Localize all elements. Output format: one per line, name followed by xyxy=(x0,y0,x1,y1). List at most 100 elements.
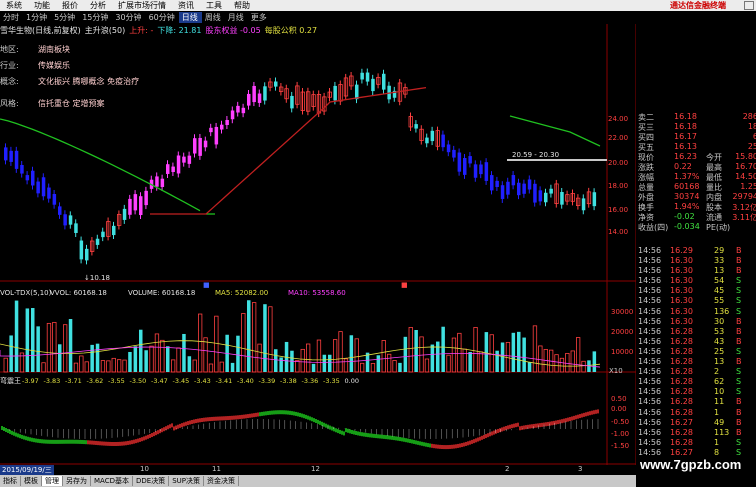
menu-item[interactable]: 资讯 xyxy=(172,0,200,11)
trade-price: 16.30 xyxy=(670,296,693,306)
trade-row: 14:56 16.28 11 B xyxy=(636,397,756,407)
volume-bar xyxy=(381,340,386,373)
indicator-tab[interactable]: SUP决策 xyxy=(169,476,204,486)
trade-row: 14:56 16.30 136 S xyxy=(636,307,756,317)
trade-row: 14:56 16.30 30 B xyxy=(636,317,756,327)
period-tab[interactable]: 1分钟 xyxy=(23,12,51,23)
trade-time: 14:56 xyxy=(638,427,662,437)
volume-bar xyxy=(95,343,100,372)
quote-value: 14.50 xyxy=(735,172,756,181)
trade-row: 14:56 16.29 29 B xyxy=(636,246,756,256)
candle-body xyxy=(592,192,597,207)
trade-row: 14:56 16.28 113 B xyxy=(636,428,756,438)
trade-volume: 49 xyxy=(714,417,725,427)
candle-body xyxy=(414,124,418,129)
volume-bar xyxy=(343,358,349,373)
period-tab[interactable]: 日线 xyxy=(178,11,202,23)
trade-time: 14:56 xyxy=(638,367,662,377)
volume-title: MA5: 52082.00 xyxy=(215,289,268,297)
osc-title-value: -3.97 xyxy=(22,377,39,385)
menu-item[interactable]: 工具 xyxy=(200,0,228,11)
trade-row: 14:56 16.30 54 S xyxy=(636,276,756,286)
quote-value: 18 xyxy=(747,122,756,131)
indicator-tab[interactable]: 资金决策 xyxy=(204,476,239,486)
candle-body xyxy=(549,188,553,194)
volume-bar xyxy=(187,356,192,372)
candle-body xyxy=(128,198,132,215)
trade-volume: 1 xyxy=(714,407,720,417)
candle-body xyxy=(511,175,516,186)
candle-body xyxy=(274,81,278,87)
menu-item[interactable]: 分析 xyxy=(84,0,112,11)
osc-title-value: -3.83 xyxy=(44,377,61,385)
menu-item[interactable]: 扩展市场行情 xyxy=(112,0,172,11)
quote-row: 卖二 16.18 286 xyxy=(636,112,756,122)
volume-bar xyxy=(559,357,565,373)
period-tab[interactable]: 30分钟 xyxy=(112,12,145,23)
candle-body xyxy=(144,190,148,206)
info-label: 行业: xyxy=(0,61,19,70)
volume-bar xyxy=(305,343,311,373)
trade-price: 16.30 xyxy=(670,316,693,326)
indicator-tab[interactable]: DDE决策 xyxy=(133,476,170,486)
period-tab[interactable]: 更多 xyxy=(248,12,271,23)
chart-area[interactable]: 24.00 22.00 20.00 18.00 16.00 14.00 30000 20000… xyxy=(0,24,636,465)
candle-body xyxy=(365,72,370,82)
volume-bar xyxy=(522,337,526,372)
candle-body xyxy=(290,95,294,109)
close-icon[interactable] xyxy=(744,1,754,10)
trade-direction: S xyxy=(736,346,742,356)
trade-direction: B xyxy=(736,266,742,276)
volume-bar xyxy=(495,350,499,372)
indicator-tab[interactable]: 另存为 xyxy=(63,476,91,486)
trade-volume: 45 xyxy=(714,286,725,296)
trade-price: 16.29 xyxy=(670,246,693,255)
candle-body xyxy=(36,181,40,194)
period-tab[interactable]: 分时 xyxy=(0,12,23,23)
candle-body xyxy=(560,192,564,205)
candle-body xyxy=(9,150,13,162)
volume-bar xyxy=(3,357,8,373)
volume-bar xyxy=(359,362,365,373)
trade-direction: B xyxy=(736,246,742,255)
candle-body xyxy=(382,73,386,90)
menu-item[interactable]: 帮助 xyxy=(228,0,256,11)
volume-bar xyxy=(122,359,127,373)
osc-title-value: -3.50 xyxy=(130,377,147,385)
date-axis: 2015/09/19/三 10 11 12 2 3 xyxy=(0,465,636,475)
osc-title-value: -3.45 xyxy=(173,377,190,385)
candle-body xyxy=(214,126,219,145)
menu-item[interactable]: 系统 xyxy=(0,0,28,11)
volume-bar xyxy=(170,359,176,373)
indicator-tab[interactable]: MACD基本 xyxy=(91,476,133,486)
menu-item[interactable]: 功能 xyxy=(28,0,56,11)
indicator-tab[interactable]: 模板 xyxy=(21,476,42,486)
volume-bar xyxy=(517,331,521,372)
trade-time: 14:56 xyxy=(638,397,662,407)
period-tab[interactable]: 周线 xyxy=(202,12,225,23)
trade-price: 16.28 xyxy=(670,357,693,367)
volume-bar xyxy=(31,308,35,372)
volume-bar xyxy=(84,361,89,373)
quote-price: 1.94% xyxy=(674,202,700,211)
quote-price: 0.22 xyxy=(674,162,692,171)
date-tick: 10 xyxy=(140,465,149,473)
trade-row: 14:56 16.28 43 B xyxy=(636,337,756,347)
candle-body xyxy=(171,166,175,173)
candle-body xyxy=(203,140,208,148)
indicator-tab[interactable]: 指标 xyxy=(0,476,21,486)
period-tab[interactable]: 5分钟 xyxy=(51,12,79,23)
period-tab[interactable]: 60分钟 xyxy=(146,12,179,23)
period-tab[interactable]: 15分钟 xyxy=(79,12,112,23)
menu-item[interactable]: 报价 xyxy=(56,0,84,11)
indicator-tab[interactable]: 管理 xyxy=(42,476,63,486)
candle-body xyxy=(522,183,526,194)
osc-axis-label: -1.00 xyxy=(611,430,629,438)
price-axis-label: 14.00 xyxy=(608,228,628,236)
trade-row: 14:56 16.28 10 S xyxy=(636,387,756,397)
trade-price: 16.30 xyxy=(670,306,693,316)
volume-unit: X10 xyxy=(609,367,623,375)
period-tab[interactable]: 月线 xyxy=(225,12,248,23)
trade-row: 14:56 16.30 55 S xyxy=(636,296,756,306)
volume-bar xyxy=(592,351,597,372)
